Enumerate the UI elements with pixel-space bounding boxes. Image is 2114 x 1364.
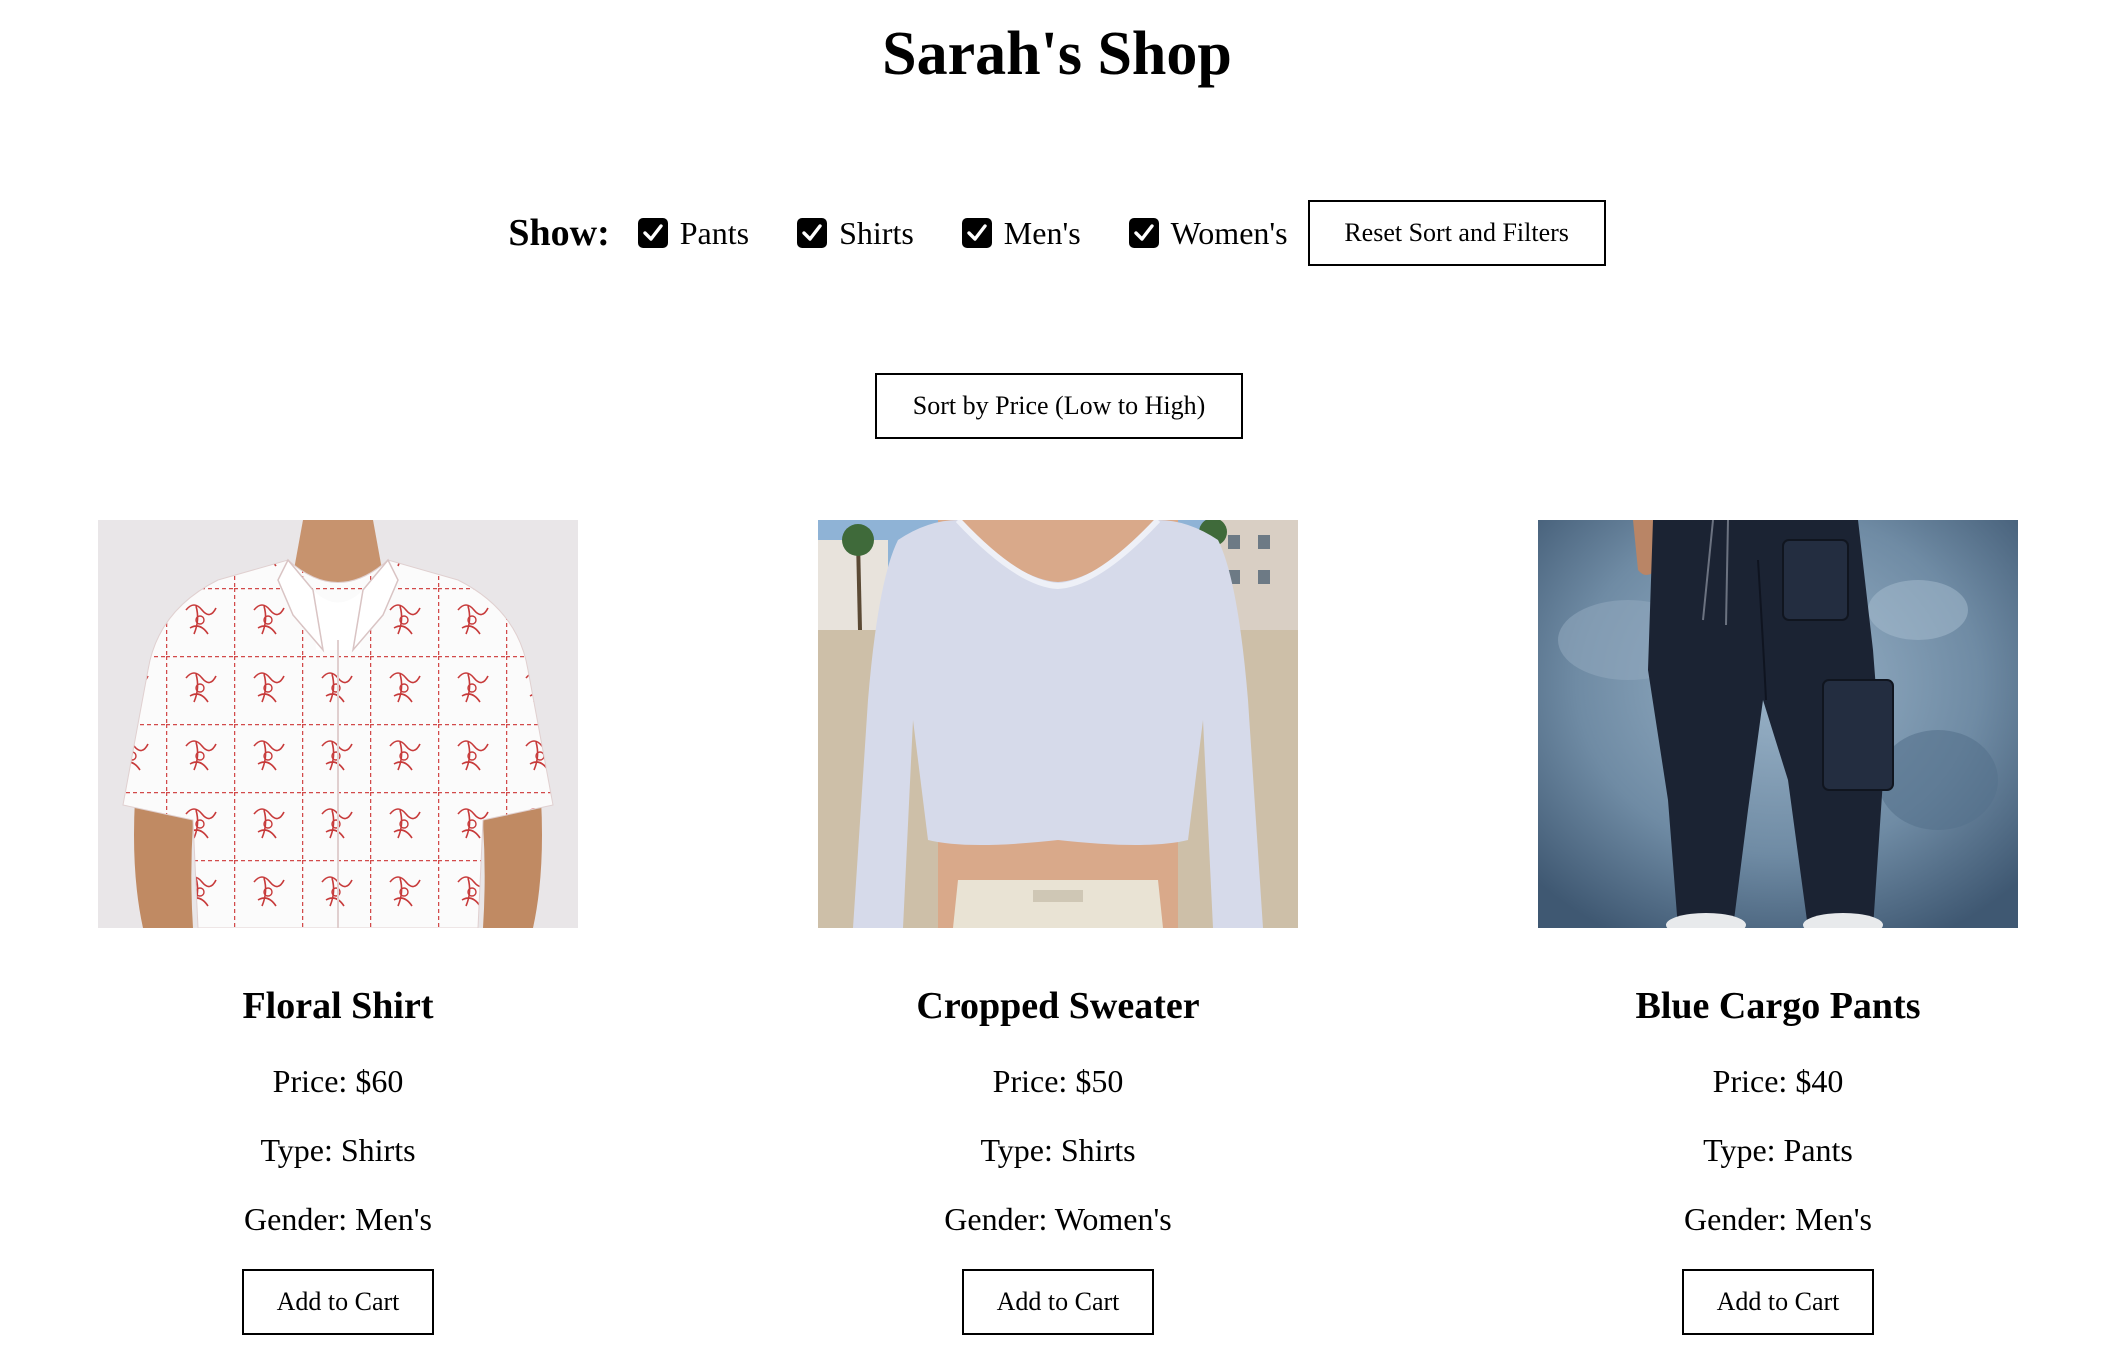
product-type: Type: Shirts: [260, 1132, 416, 1168]
product-price: Price: $40: [1712, 1063, 1844, 1099]
filter-shirts-label: Shirts: [839, 214, 914, 251]
filter-mens[interactable]: Men's: [961, 214, 1081, 252]
womens-checkbox[interactable]: [1128, 218, 1159, 248]
filter-womens[interactable]: Women's: [1128, 214, 1288, 252]
add-to-cart-button[interactable]: Add to Cart: [962, 1269, 1154, 1335]
filter-mens-label: Men's: [1003, 214, 1081, 251]
pants-checkbox[interactable]: [637, 218, 668, 248]
blue-cargo-pants-image: [1538, 520, 2018, 928]
filter-bar: Show: Pants Shirts Men's Women's Reset S…: [0, 199, 2114, 267]
product-card: Blue Cargo Pants Price: $40 Type: Pants …: [1538, 520, 2018, 1335]
product-gender: Gender: Men's: [244, 1201, 432, 1237]
filter-pants-label: Pants: [679, 214, 750, 251]
shirts-checkbox[interactable]: [797, 218, 828, 248]
show-label: Show:: [508, 212, 610, 254]
product-name: Blue Cargo Pants: [1635, 985, 1921, 1027]
add-to-cart-button[interactable]: Add to Cart: [242, 1269, 434, 1335]
product-name: Cropped Sweater: [916, 985, 1200, 1027]
filter-pants[interactable]: Pants: [637, 214, 750, 252]
checkmark-icon: [967, 224, 987, 241]
mens-checkbox[interactable]: [961, 218, 992, 248]
add-to-cart-button[interactable]: Add to Cart: [1682, 1269, 1874, 1335]
product-type: Type: Shirts: [980, 1132, 1136, 1168]
product-card: Floral Shirt Price: $60 Type: Shirts Gen…: [98, 520, 578, 1335]
page-title: Sarah's Shop: [882, 20, 1232, 88]
checkmark-icon: [1133, 224, 1154, 241]
product-gender: Gender: Men's: [1684, 1201, 1872, 1237]
product-type: Type: Pants: [1703, 1132, 1853, 1168]
filter-womens-label: Women's: [1170, 214, 1288, 251]
filter-shirts[interactable]: Shirts: [797, 215, 914, 252]
sort-by-price-button[interactable]: Sort by Price (Low to High): [875, 373, 1243, 439]
page: Sarah's Shop Show: Pants Shirts Men's Wo…: [0, 0, 2114, 1364]
product-price: Price: $50: [992, 1063, 1124, 1099]
floral-shirt-image: [98, 520, 578, 928]
checkmark-icon: [643, 224, 663, 241]
product-gender: Gender: Women's: [944, 1201, 1172, 1237]
checkmark-icon: [802, 224, 822, 241]
product-card: Cropped Sweater Price: $50 Type: Shirts …: [818, 520, 1298, 1335]
product-name: Floral Shirt: [242, 985, 434, 1027]
reset-sort-filters-button[interactable]: Reset Sort and Filters: [1307, 200, 1606, 266]
product-price: Price: $60: [272, 1063, 404, 1099]
cropped-sweater-image: [818, 520, 1298, 928]
